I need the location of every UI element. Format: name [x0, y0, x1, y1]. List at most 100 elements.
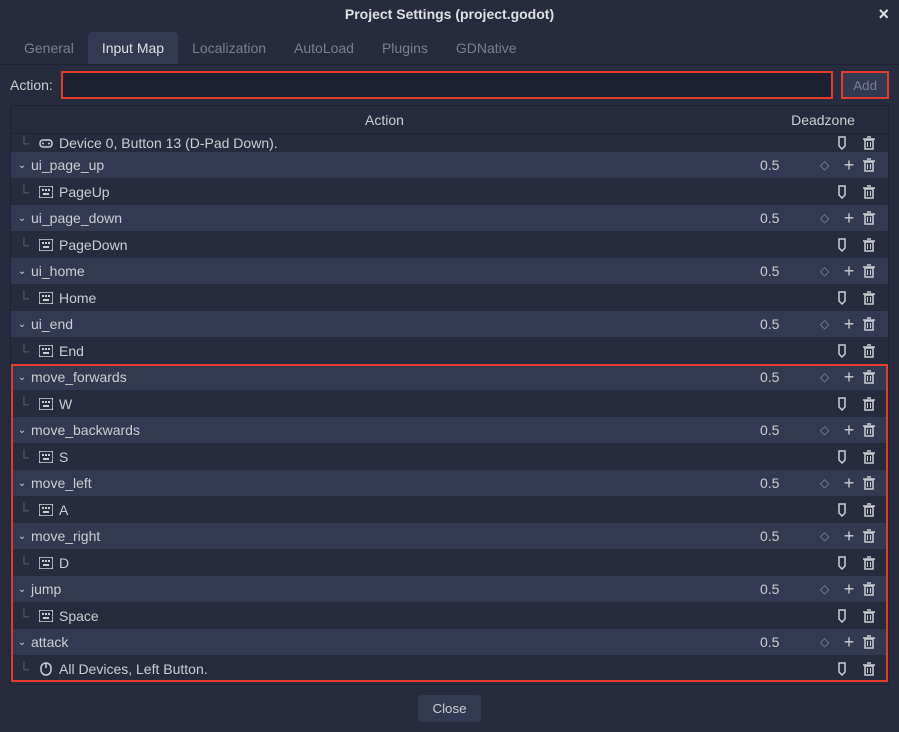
spinner-icon[interactable]: ◇ [820, 158, 836, 172]
action-name[interactable]: jump [29, 581, 760, 597]
chevron-down-icon[interactable]: ⌄ [15, 637, 29, 648]
tab-gdnative[interactable]: GDNative [442, 32, 531, 64]
chevron-down-icon[interactable]: ⌄ [15, 160, 29, 171]
add-event-icon[interactable]: + [836, 579, 862, 600]
deadzone-value[interactable]: 0.5 [760, 369, 820, 385]
spinner-icon[interactable]: ◇ [820, 370, 836, 384]
tab-autoload[interactable]: AutoLoad [280, 32, 368, 64]
action-name[interactable]: move_backwards [29, 422, 760, 438]
action-name[interactable]: move_left [29, 475, 760, 491]
chevron-down-icon[interactable]: ⌄ [15, 213, 29, 224]
tab-localization[interactable]: Localization [178, 32, 280, 64]
event-label[interactable]: S [55, 449, 836, 465]
action-name[interactable]: attack [29, 634, 760, 650]
delete-icon[interactable] [862, 635, 888, 649]
delete-icon[interactable] [862, 423, 888, 437]
edit-icon[interactable] [836, 291, 862, 305]
deadzone-value[interactable]: 0.5 [760, 263, 820, 279]
edit-icon[interactable] [836, 503, 862, 517]
tab-general[interactable]: General [10, 32, 88, 64]
add-button[interactable]: Add [841, 71, 889, 99]
deadzone-value[interactable]: 0.5 [760, 422, 820, 438]
delete-icon[interactable] [862, 476, 888, 490]
spinner-icon[interactable]: ◇ [820, 423, 836, 437]
add-event-icon[interactable]: + [836, 632, 862, 653]
edit-icon[interactable] [836, 344, 862, 358]
event-label[interactable]: PageUp [55, 184, 836, 200]
deadzone-value[interactable]: 0.5 [760, 475, 820, 491]
event-label[interactable]: PageDown [55, 237, 836, 253]
edit-icon[interactable] [836, 397, 862, 411]
close-button[interactable]: Close [418, 695, 480, 722]
chevron-down-icon[interactable]: ⌄ [15, 425, 29, 436]
event-label[interactable]: End [55, 343, 836, 359]
add-event-icon[interactable]: + [836, 473, 862, 494]
event-label[interactable]: D [55, 555, 836, 571]
delete-icon[interactable] [862, 238, 888, 252]
deadzone-value[interactable]: 0.5 [760, 157, 820, 173]
chevron-down-icon[interactable]: ⌄ [15, 584, 29, 595]
delete-icon[interactable] [862, 158, 888, 172]
delete-icon[interactable] [862, 317, 888, 331]
deadzone-value[interactable]: 0.5 [760, 210, 820, 226]
spinner-icon[interactable]: ◇ [820, 582, 836, 596]
delete-icon[interactable] [862, 529, 888, 543]
delete-icon[interactable] [862, 662, 888, 676]
edit-icon[interactable] [836, 609, 862, 623]
add-event-icon[interactable]: + [836, 208, 862, 229]
spinner-icon[interactable]: ◇ [820, 264, 836, 278]
spinner-icon[interactable]: ◇ [820, 476, 836, 490]
delete-icon[interactable] [862, 370, 888, 384]
add-event-icon[interactable]: + [836, 261, 862, 282]
chevron-down-icon[interactable]: ⌄ [15, 319, 29, 330]
spinner-icon[interactable]: ◇ [820, 529, 836, 543]
edit-icon[interactable] [836, 136, 862, 150]
delete-icon[interactable] [862, 344, 888, 358]
spinner-icon[interactable]: ◇ [820, 635, 836, 649]
edit-icon[interactable] [836, 556, 862, 570]
event-label[interactable]: W [55, 396, 836, 412]
event-label[interactable]: All Devices, Left Button. [55, 661, 836, 677]
deadzone-value[interactable]: 0.5 [760, 581, 820, 597]
delete-icon[interactable] [862, 450, 888, 464]
action-name[interactable]: ui_home [29, 263, 760, 279]
close-icon[interactable]: × [878, 4, 889, 25]
delete-icon[interactable] [862, 291, 888, 305]
event-label[interactable]: A [55, 502, 836, 518]
delete-icon[interactable] [862, 264, 888, 278]
edit-icon[interactable] [836, 185, 862, 199]
edit-icon[interactable] [836, 662, 862, 676]
delete-icon[interactable] [862, 211, 888, 225]
action-name[interactable]: move_right [29, 528, 760, 544]
chevron-down-icon[interactable]: ⌄ [15, 372, 29, 383]
deadzone-value[interactable]: 0.5 [760, 316, 820, 332]
action-name[interactable]: ui_page_down [29, 210, 760, 226]
action-name[interactable]: move_forwards [29, 369, 760, 385]
add-event-icon[interactable]: + [836, 420, 862, 441]
edit-icon[interactable] [836, 450, 862, 464]
deadzone-value[interactable]: 0.5 [760, 528, 820, 544]
action-input[interactable] [61, 71, 833, 99]
spinner-icon[interactable]: ◇ [820, 317, 836, 331]
deadzone-value[interactable]: 0.5 [760, 634, 820, 650]
action-name[interactable]: ui_end [29, 316, 760, 332]
delete-icon[interactable] [862, 136, 888, 150]
edit-icon[interactable] [836, 238, 862, 252]
delete-icon[interactable] [862, 185, 888, 199]
delete-icon[interactable] [862, 503, 888, 517]
event-label[interactable]: Home [55, 290, 836, 306]
event-label[interactable]: Space [55, 608, 836, 624]
spinner-icon[interactable]: ◇ [820, 211, 836, 225]
delete-icon[interactable] [862, 556, 888, 570]
action-name[interactable]: ui_page_up [29, 157, 760, 173]
add-event-icon[interactable]: + [836, 155, 862, 176]
delete-icon[interactable] [862, 609, 888, 623]
chevron-down-icon[interactable]: ⌄ [15, 478, 29, 489]
tab-input-map[interactable]: Input Map [88, 32, 178, 64]
delete-icon[interactable] [862, 582, 888, 596]
delete-icon[interactable] [862, 397, 888, 411]
chevron-down-icon[interactable]: ⌄ [15, 531, 29, 542]
add-event-icon[interactable]: + [836, 314, 862, 335]
add-event-icon[interactable]: + [836, 526, 862, 547]
tab-plugins[interactable]: Plugins [368, 32, 442, 64]
